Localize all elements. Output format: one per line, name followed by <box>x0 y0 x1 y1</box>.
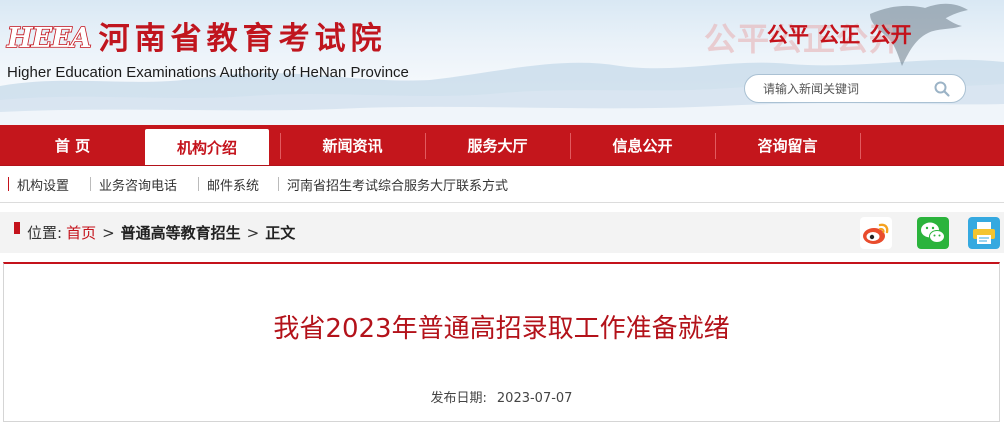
breadcrumb-current: 正文 <box>265 224 296 242</box>
breadcrumb-home-link[interactable]: 首页 <box>66 222 96 243</box>
sub-nav: 机构设置 业务咨询电话 邮件系统 河南省招生考试综合服务大厅联系方式 <box>0 166 1004 203</box>
subnav-item-hotline[interactable]: 业务咨询电话 <box>90 166 177 202</box>
nav-item-consult[interactable]: 咨询留言 <box>715 125 860 165</box>
print-icon[interactable] <box>968 217 1000 249</box>
breadcrumb-bar: 位置: 首页 > 普通高等教育招生 > 正文 <box>0 212 1004 253</box>
subnav-item-mail[interactable]: 邮件系统 <box>198 166 259 202</box>
search-input[interactable] <box>763 81 943 96</box>
breadcrumb: 位置: 首页 > 普通高等教育招生 > 正文 <box>14 212 295 253</box>
nav-item-service[interactable]: 服务大厅 <box>425 125 570 165</box>
nav-divider <box>860 133 861 159</box>
subnav-label: 业务咨询电话 <box>99 178 178 194</box>
subnav-marker <box>8 177 9 191</box>
site-header: HEEA 河南省教育考试院 Higher Education Examinati… <box>0 0 1004 125</box>
subnav-label: 邮件系统 <box>207 178 260 194</box>
nav-item-news[interactable]: 新闻资讯 <box>280 125 425 165</box>
subnav-item-service-contact[interactable]: 河南省招生考试综合服务大厅联系方式 <box>278 166 508 202</box>
breadcrumb-separator: > <box>246 223 260 242</box>
slogan: 公平 公正 公开 <box>767 23 912 47</box>
breadcrumb-marker <box>14 222 20 234</box>
nav-item-home[interactable]: 首 页 <box>0 125 145 165</box>
subnav-label: 机构设置 <box>17 178 70 194</box>
article-meta: 发布日期: 2023-07-07 <box>4 387 999 406</box>
search-icon[interactable] <box>933 80 951 98</box>
main-nav: 首 页 机构介绍 新闻资讯 服务大厅 信息公开 咨询留言 <box>0 125 1004 166</box>
wechat-icon[interactable] <box>917 217 949 249</box>
article-title: 我省2023年普通高招录取工作准备就绪 <box>273 314 730 344</box>
breadcrumb-prefix: 位置: <box>27 224 63 242</box>
weibo-icon[interactable] <box>860 217 892 249</box>
breadcrumb-separator: > <box>102 223 115 242</box>
search-box <box>744 74 966 103</box>
subnav-divider <box>90 177 91 191</box>
nav-item-disclosure[interactable]: 信息公开 <box>570 125 715 165</box>
subnav-item-org-structure[interactable]: 机构设置 <box>8 166 69 202</box>
subnav-label: 河南省招生考试综合服务大厅联系方式 <box>287 178 509 194</box>
subnav-divider <box>278 177 279 191</box>
publish-date-label: 发布日期: <box>430 391 487 406</box>
subnav-divider <box>198 177 199 191</box>
logo-mark: HEEA <box>6 22 92 55</box>
logo-english-subtitle: Higher Education Examinations Authority … <box>7 64 409 81</box>
site-logo[interactable]: HEEA 河南省教育考试院 <box>6 19 387 59</box>
nav-item-about[interactable]: 机构介绍 <box>145 129 269 165</box>
publish-date-value: 2023-07-07 <box>496 391 573 406</box>
article-panel: 我省2023年普通高招录取工作准备就绪 发布日期: 2023-07-07 <box>3 262 1000 422</box>
logo-chinese-title: 河南省教育考试院 <box>98 21 387 57</box>
breadcrumb-section-link[interactable]: 普通高等教育招生 <box>121 222 241 243</box>
